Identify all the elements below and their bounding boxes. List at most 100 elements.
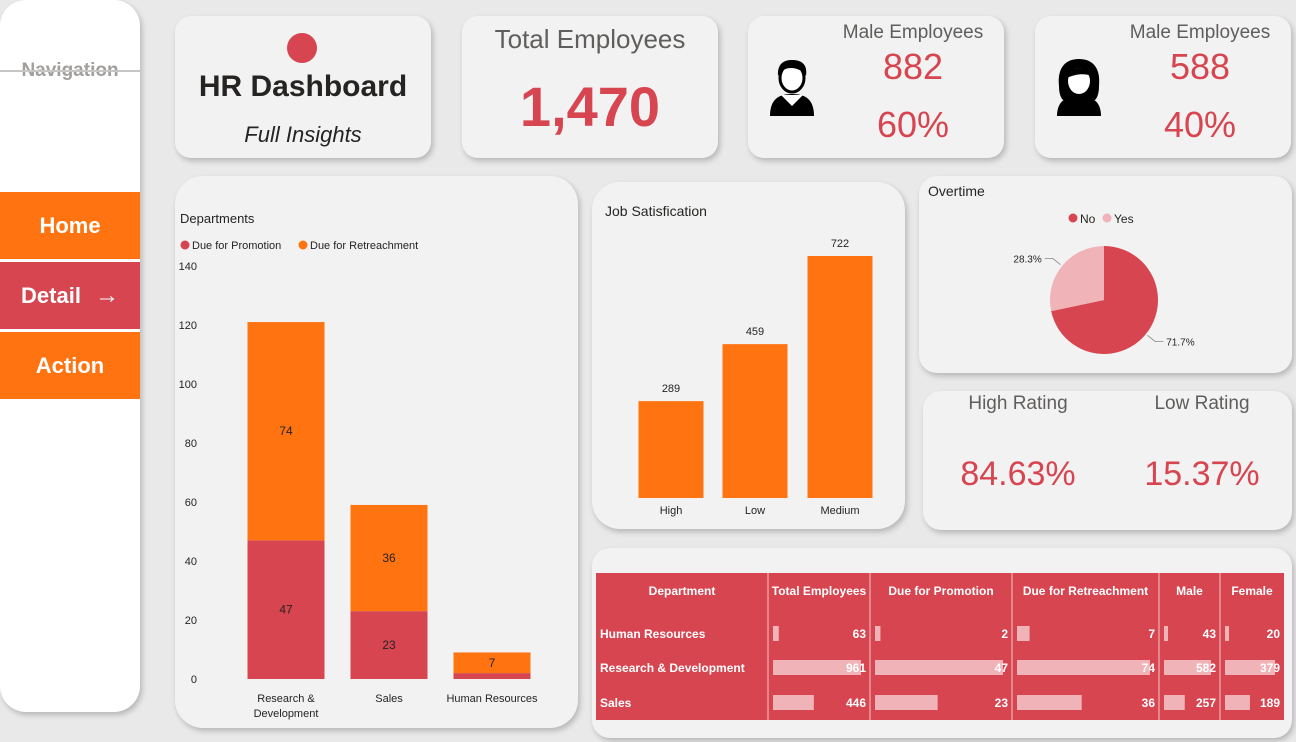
table-cell-department: Sales — [600, 696, 632, 710]
y-tick-label: 40 — [185, 556, 197, 568]
table-data-bar — [773, 695, 814, 710]
table-cell-value: 582 — [1196, 661, 1216, 675]
table-cell-value: 446 — [846, 696, 866, 710]
y-tick-label: 60 — [185, 497, 197, 509]
table-cell-value: 961 — [846, 661, 866, 675]
job-bar — [722, 344, 788, 498]
detail-button-label: Detail — [21, 282, 81, 308]
table-cell-value: 23 — [995, 696, 1009, 710]
table-cell-value: 257 — [1196, 696, 1216, 710]
legend-label: No — [1080, 212, 1096, 226]
x-tick-label: Human Resources — [446, 693, 538, 705]
high-rating-value: 84.63% — [960, 455, 1076, 493]
high-rating-label: High Rating — [968, 393, 1068, 414]
table-cell-department: Human Resources — [600, 627, 706, 641]
legend-marker — [1068, 213, 1078, 223]
data-label: 722 — [831, 238, 849, 250]
table-cell-value: 379 — [1260, 661, 1280, 675]
male-person-icon — [770, 60, 814, 116]
table-cell-value: 63 — [853, 627, 867, 641]
data-label: 289 — [662, 383, 680, 395]
arrow-right-icon: → — [94, 281, 119, 309]
department-table: Department Total Employees Due for Promoti… — [596, 573, 1284, 720]
job-satisfaction-chart: Job Satisfication 289 High 459 Low 722 Medium — [605, 203, 873, 517]
legend-marker — [1102, 213, 1112, 223]
job-satisfaction-title: Job Satisfication — [605, 203, 707, 219]
total-employees-card: Total Employees 1,470 — [462, 16, 718, 158]
table-data-bar — [1225, 695, 1250, 710]
table-data-bar — [1225, 626, 1229, 641]
table-header: Due for Retreachment — [1023, 584, 1148, 598]
job-bar — [807, 256, 873, 498]
departments-chart-card: Departments Due for Promotion Due for Retr… — [175, 176, 578, 728]
action-button-label: Action — [35, 352, 105, 378]
department-table-card: Department Total Employees Due for Promoti… — [592, 548, 1292, 738]
x-tick-label: Development — [254, 708, 319, 720]
pie-data-label: 28.3% — [1013, 254, 1041, 265]
table-cell-value: 189 — [1260, 696, 1280, 710]
job-satisfaction-card: Job Satisfication 289 High 459 Low 722 Medium — [592, 182, 905, 529]
data-label: 7 — [489, 656, 496, 670]
table-data-bar — [1017, 660, 1150, 675]
legend-label: Due for Retreachment — [310, 240, 418, 252]
table-data-bar — [875, 695, 938, 710]
table-cell-value: 74 — [1142, 661, 1156, 675]
y-tick-label: 100 — [179, 379, 197, 391]
table-cell-department: Research & Development — [600, 661, 745, 675]
pie-leader-line — [1044, 258, 1061, 266]
y-tick-label: 0 — [191, 674, 197, 686]
page-title: HR Dashboard — [198, 70, 408, 103]
overtime-title: Overtime — [928, 183, 985, 199]
table-cell-value: 43 — [1203, 627, 1217, 641]
page-subtitle: Full Insights — [244, 122, 362, 147]
table-cell-value: 7 — [1148, 627, 1155, 641]
departments-chart-title: Departments — [180, 211, 255, 226]
total-employees-value: 1,470 — [519, 75, 661, 138]
data-label: 74 — [279, 424, 293, 438]
table-cell-value: 20 — [1267, 627, 1281, 641]
female-person-icon — [1057, 59, 1101, 116]
home-button-label: Home — [39, 212, 101, 238]
table-data-bar — [773, 626, 779, 641]
table-cell-value: 36 — [1142, 696, 1156, 710]
home-button[interactable]: Home — [0, 192, 140, 259]
y-tick-label: 140 — [179, 261, 197, 273]
overtime-chart: Overtime No Yes 71.7% 28.3% — [928, 183, 1195, 354]
job-bar — [638, 401, 704, 498]
table-data-bar — [1017, 695, 1082, 710]
male-employees-card: Male Employees 882 60% — [748, 16, 1004, 158]
data-label: 36 — [382, 551, 396, 565]
male-employees-count: 882 — [882, 46, 944, 87]
legend-label: Yes — [1114, 212, 1134, 226]
table-cell-value: 47 — [995, 661, 1009, 675]
detail-button[interactable]: Detail → — [0, 262, 140, 329]
female-employees-card: Male Employees 588 40% — [1035, 16, 1291, 158]
x-tick-label: High — [660, 505, 683, 517]
table-data-bar — [875, 626, 881, 641]
table-data-bar — [1164, 626, 1168, 641]
table-header: Department — [649, 584, 716, 598]
pie-data-label: 71.7% — [1166, 338, 1194, 349]
navigation-panel: Navigation Home Detail → Action — [0, 0, 140, 712]
y-tick-label: 120 — [179, 320, 197, 332]
table-data-bar — [1017, 626, 1030, 641]
low-rating-value: 15.37% — [1144, 455, 1260, 493]
status-dot-icon — [287, 33, 317, 63]
table-cell-value: 2 — [1001, 627, 1008, 641]
y-tick-label: 80 — [185, 438, 197, 450]
legend-marker — [180, 240, 190, 250]
table-header: Male — [1176, 584, 1203, 598]
total-employees-label: Total Employees — [494, 24, 686, 54]
female-employees-label: Male Employees — [1129, 22, 1271, 43]
table-header: Total Employees — [772, 584, 867, 598]
low-rating-label: Low Rating — [1154, 393, 1250, 414]
y-tick-label: 20 — [185, 615, 197, 627]
action-button[interactable]: Action — [0, 332, 140, 399]
bar-segment — [453, 673, 531, 679]
rating-card: High Rating 84.63% Low Rating 15.37% — [923, 391, 1292, 530]
legend-label: Due for Promotion — [192, 240, 281, 252]
male-employees-label: Male Employees — [842, 22, 984, 43]
overtime-card: Overtime No Yes 71.7% 28.3% — [919, 176, 1292, 373]
table-data-bar — [1164, 695, 1185, 710]
male-employees-percent: 60% — [876, 104, 950, 145]
